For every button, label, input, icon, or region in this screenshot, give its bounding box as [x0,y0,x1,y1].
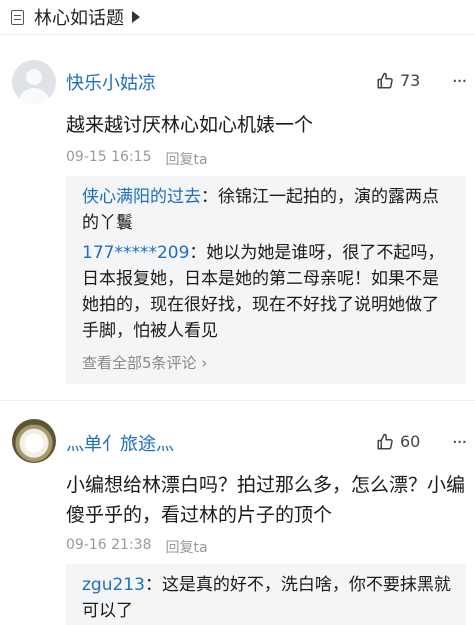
comment-time: 09-16 21:38 [66,537,152,553]
like-count: 60 [400,432,421,451]
reply-item: 177*****209：她以为她是谁呀，很了不起吗，日本报复她，日本是她的第二母… [82,243,445,341]
reply-username[interactable]: zgu213 [82,575,145,595]
comment-time: 09-15 16:15 [66,149,152,165]
reply-item: 侠心满阳的过去：徐锦江一起拍的，演的露两点的丫鬟 [82,187,439,233]
chevron-right-icon[interactable] [132,11,140,23]
like-count: 73 [400,71,421,90]
reply-item: zgu213：这是真的好不，洗白啥，你不要抹黑就可以了 [82,575,451,621]
thumbs-up-icon [377,433,393,449]
like-button[interactable]: 60 [376,432,420,451]
reply-box: zgu213：这是真的好不，洗白啥，你不要抹黑就可以了 [66,564,466,625]
comment-username[interactable]: 快乐小姑凉 [66,69,156,95]
view-all-replies-link[interactable]: 查看全部5条评论 › [82,350,452,376]
comment-meta: 09-16 21:38 回复ta [66,537,208,557]
avatar[interactable] [12,60,56,104]
thumbs-up-icon [377,72,393,88]
topic-doc-icon [11,9,24,25]
more-dots-icon[interactable]: ··· [452,73,467,91]
reply-username[interactable]: 侠心满阳的过去 [82,187,201,207]
reply-button[interactable]: 回复ta [165,149,207,169]
reply-button[interactable]: 回复ta [165,537,207,557]
reply-box: 侠心满阳的过去：徐锦江一起拍的，演的露两点的丫鬟 177*****209：她以为… [66,176,466,384]
topic-bar[interactable]: 林心如话题 [0,0,475,35]
reply-username[interactable]: 177*****209 [82,243,189,263]
comment-text: 小编想给林漂白吗？拍过那么多，怎么漂？小编傻乎乎的，看过林的片子的顶个 [66,474,466,526]
comment-username[interactable]: 灬单亻旅途灬 [66,430,174,456]
divider [0,400,475,401]
topic-title[interactable]: 林心如话题 [34,4,124,30]
comment-text: 越来越讨厌林心如心机婊一个 [66,114,314,136]
like-button[interactable]: 73 [376,71,420,90]
avatar[interactable] [12,419,56,463]
comment-meta: 09-15 16:15 回复ta [66,149,208,169]
more-dots-icon[interactable]: ··· [452,434,467,452]
